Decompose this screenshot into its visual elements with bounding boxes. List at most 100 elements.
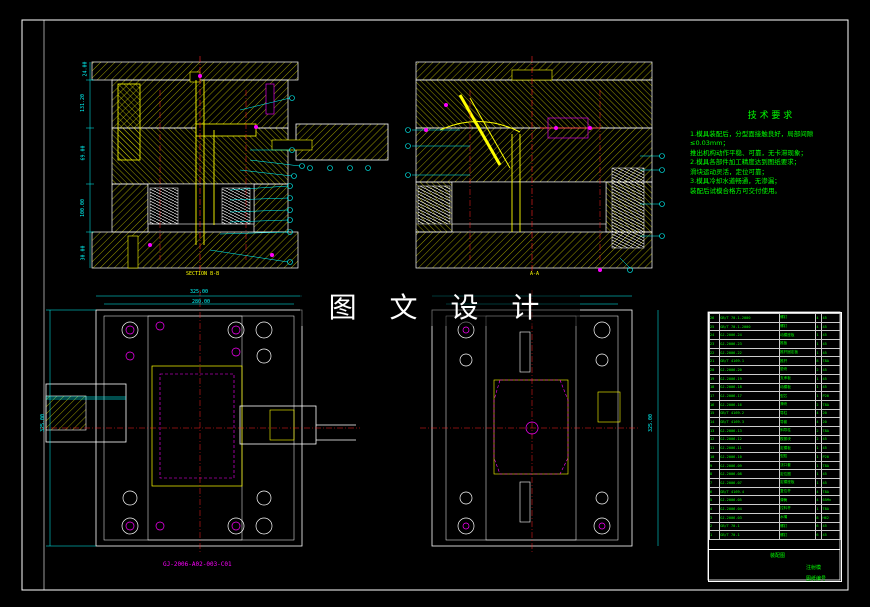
bom-cell: 动模座板	[779, 330, 817, 341]
bom-cell: 45	[821, 443, 841, 453]
bom-cell: GJ-2006-07	[719, 478, 781, 488]
bom-cell: 20	[821, 417, 841, 427]
bom-row: 3 GJ-2006-03 水嘴 8 H62	[708, 512, 841, 523]
bom-cell: 16	[708, 399, 721, 410]
dim-height: 325.00	[40, 413, 47, 433]
bom-cell: GJ-2006-09	[719, 460, 781, 471]
bom-cell: T8A	[821, 460, 841, 471]
plan-view-right	[420, 290, 659, 552]
dim-h5: 30.00	[80, 245, 87, 261]
bom-cell: GJ-2006-05	[719, 495, 781, 506]
bom-row: 18 GJ-2006-18 动模板 1 45	[708, 382, 841, 393]
bom-cell: T8A	[821, 425, 841, 436]
bom-cell: GJ-2006-03	[719, 512, 781, 523]
dim-inner-width: 280.00	[192, 299, 211, 305]
bom-cell: GJ-2006-19	[719, 373, 781, 384]
bom-row: 7 GJ-2006-07 定模座板 1 45	[708, 478, 841, 488]
bom-cell: T8A	[821, 486, 841, 497]
bom-cell: 45	[821, 434, 841, 445]
title-block-drawing-title: 注射模	[806, 565, 822, 571]
bom-cell: 9	[708, 460, 721, 471]
bom-row: 24 GJ-2006-24 动模座板 1 45	[708, 330, 841, 341]
requirement-line: 2.模具各部件加工精度达到图纸要求；	[690, 158, 801, 166]
bom-cell: 21	[708, 356, 721, 367]
bom-row: 26 GB/T 70.1-2000 螺钉 4 45	[708, 313, 841, 323]
section-caption-left: SECTION B-B	[186, 271, 220, 277]
bom-cell: 楔紧块	[779, 434, 817, 445]
part-number: GJ-2006-A02-003-C01	[163, 561, 232, 568]
bom-cell: GB/T 70.1-2000	[719, 313, 781, 323]
bom-cell: GJ-2006-08	[719, 469, 781, 480]
bom-cell: 螺钉	[779, 313, 817, 323]
bom-cell: T8A	[821, 504, 841, 514]
requirement-line: 装配后试模合格方可交付使用。	[690, 186, 781, 195]
bom-cell: 螺钉	[779, 321, 817, 332]
bom-cell: 定模座板	[779, 478, 817, 488]
bom-cell: 45	[821, 347, 841, 358]
bom-cell: 45	[821, 313, 841, 323]
bom-cell: 24	[708, 330, 721, 341]
bom-cell: 45	[821, 469, 841, 480]
bom-cell: 11	[708, 443, 721, 453]
watermark: 图 文 设 计	[300, 286, 580, 326]
bom-row: 12 GJ-2006-12 楔紧块 2 45	[708, 434, 841, 445]
technical-requirements: 技 术 要 求 1.模具装配后，分型面接触良好，局部间隙≤0.03mm； 推出机…	[690, 111, 840, 196]
requirements-title: 技 术 要 求	[747, 111, 793, 121]
bom-cell: GJ-2006-04	[719, 504, 781, 514]
bom-cell: 45	[821, 365, 841, 375]
bom-cell: GB/T 4169.4	[719, 486, 781, 497]
bom-row: 20 GJ-2006-20 垫块 2 45	[708, 365, 841, 375]
bom-cell: 定模板	[779, 443, 817, 453]
requirement-line: 3.模具冷却水道畅通，无渗漏；	[690, 177, 781, 185]
bom-cell: 6	[708, 486, 721, 497]
bom-row: 2 GB/T 70.1 螺钉 6 45	[708, 521, 841, 532]
bom-cell: 15	[708, 408, 721, 419]
bom-row: 1 GB/T 70.1 螺钉 6 45	[708, 530, 841, 540]
dim-h4: 100.00	[80, 198, 87, 218]
bom-cell: GJ-2006-10	[719, 452, 781, 462]
bom-cell: 13	[708, 425, 721, 436]
bom-cell: 垫块	[779, 365, 817, 375]
bom-cell: P20	[821, 452, 841, 462]
bom-row: 17 GJ-2006-17 型芯 1 P20	[708, 391, 841, 401]
bom-cell: 45	[821, 373, 841, 384]
section-view-right	[405, 56, 665, 273]
title-block-number: 图纸编号	[806, 576, 827, 582]
dim-h3: 69.00	[80, 145, 87, 161]
bom-cell: GJ-2006-16	[719, 399, 781, 410]
bom-cell: GJ-2006-17	[719, 391, 781, 401]
bom-row: 4 GJ-2006-04 拉料杆 1 T8A	[708, 504, 841, 514]
bom-cell: GJ-2006-12	[719, 434, 781, 445]
bom-row: 6 GB/T 4169.4 复位杆 4 T8A	[708, 486, 841, 497]
bom-cell: 45	[821, 339, 841, 349]
requirement-line: 1.模具装配后，分型面接触良好，局部间隙≤0.03mm；	[690, 129, 814, 148]
bom-cell: 20	[708, 365, 721, 375]
bom-cell: 推板	[779, 339, 817, 349]
bom-cell: T8A	[821, 356, 841, 367]
bom-cell: 5	[708, 495, 721, 506]
bom-cell: 水嘴	[779, 512, 817, 523]
bom-cell: 26	[708, 313, 721, 323]
bom-row: 13 GJ-2006-13 斜导柱 2 T8A	[708, 425, 841, 436]
requirement-line: 滑块运动灵活，定位可靠；	[690, 167, 768, 176]
bom-cell: 复位杆	[779, 486, 817, 497]
bom-cell: 支承板	[779, 373, 817, 384]
bill-of-materials: 26 GB/T 70.1-2000 螺钉 4 45 2 5 GB/T 70.1-2000 螺钉 4…	[708, 312, 842, 582]
bom-row: 14 GB/T 4169.3 导套 4 20	[708, 417, 841, 427]
bom-cell: H62	[821, 512, 841, 523]
bom-cell: 22	[708, 347, 721, 358]
section-view-left	[86, 56, 389, 272]
plan-view-left	[40, 290, 360, 552]
bom-cell: 12	[708, 434, 721, 445]
bom-cell: GB/T 70.1	[719, 521, 781, 532]
bom-cell: GJ-2006-13	[719, 425, 781, 436]
bom-table: 26 GB/T 70.1-2000 螺钉 4 45 2 5 GB/T 70.1-2000 螺钉 4…	[708, 313, 841, 540]
bom-cell: 导柱	[779, 408, 817, 419]
bom-cell: GB/T 4169.3	[719, 417, 781, 427]
bom-cell: GJ-2006-11	[719, 443, 781, 453]
bom-cell: 2	[708, 521, 721, 532]
bom-row: 9 GJ-2006-09 浇口套 1 T8A	[708, 460, 841, 471]
bom-row: 23 GJ-2006-23 推板 1 45	[708, 339, 841, 349]
bom-cell: 8	[708, 469, 721, 480]
bom-cell: 型芯	[779, 391, 817, 401]
